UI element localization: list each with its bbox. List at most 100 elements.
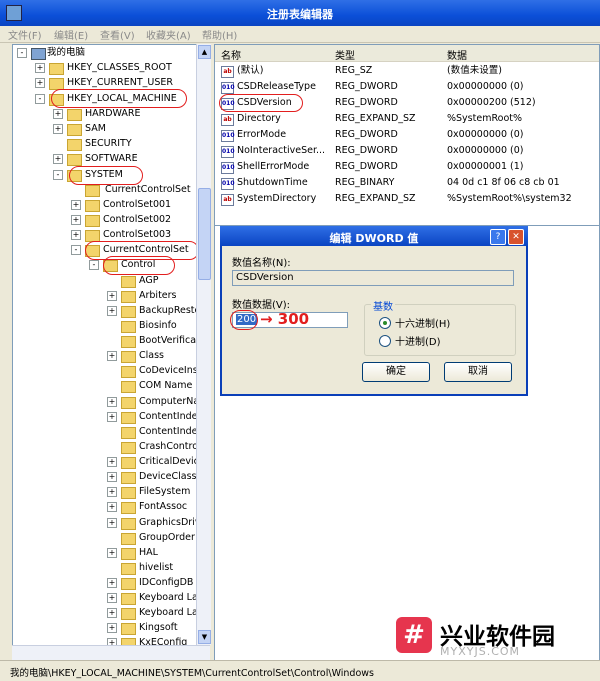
- list-item[interactable]: ab SystemDirectory REG_EXPAND_SZ %SystemRoo…: [215, 191, 599, 207]
- collapse-icon[interactable]: -: [17, 48, 27, 58]
- menu-bar: 文件(F) 编辑(E) 查看(V) 收藏夹(A) 帮助(H): [0, 26, 600, 43]
- folder-icon: [67, 139, 82, 151]
- scroll-thumb[interactable]: [198, 188, 211, 280]
- expand-icon[interactable]: +: [35, 78, 45, 88]
- value-type: REG_DWORD: [335, 97, 398, 108]
- binary-value-icon: 010: [221, 178, 235, 190]
- expand-icon[interactable]: +: [107, 412, 117, 422]
- annotation-arrow: → 300: [260, 310, 310, 328]
- tree-item-label: CriticalDevic: [139, 456, 198, 467]
- tree-item-label: Arbiters: [139, 290, 177, 301]
- menu-view[interactable]: 查看(V): [100, 27, 135, 42]
- list-item[interactable]: 010 CSDReleaseType REG_DWORD 0x00000000 (0): [215, 79, 599, 95]
- registry-tree[interactable]: - 我的电脑 + HKEY_CLASSES_ROOT + HKEY_CURREN…: [12, 44, 198, 647]
- expand-icon[interactable]: +: [107, 472, 117, 482]
- expand-icon[interactable]: +: [107, 487, 117, 497]
- tree-item-label: AGP: [139, 275, 159, 286]
- cancel-button[interactable]: 取消: [444, 362, 512, 382]
- list-item[interactable]: 010 NoInteractiveSer... REG_DWORD 0x0000000…: [215, 143, 599, 159]
- status-path: 我的电脑\HKEY_LOCAL_MACHINE\SYSTEM\CurrentCo…: [10, 668, 374, 679]
- tree-vertical-scrollbar[interactable]: ▲ ▼: [196, 44, 211, 645]
- close-button[interactable]: ✕: [508, 229, 524, 245]
- expand-icon[interactable]: +: [53, 109, 63, 119]
- expand-icon[interactable]: +: [53, 154, 63, 164]
- tree-item-label: 我的电脑: [47, 47, 86, 58]
- tree-item-label: hivelist: [139, 562, 174, 573]
- scroll-down-icon[interactable]: ▼: [198, 630, 211, 644]
- folder-icon: [121, 548, 136, 560]
- value-type: REG_BINARY: [335, 177, 395, 188]
- value-data: 0x00000000 (0): [447, 129, 524, 140]
- expand-icon[interactable]: +: [107, 502, 117, 512]
- expand-icon[interactable]: +: [71, 200, 81, 210]
- collapse-icon[interactable]: -: [35, 94, 45, 104]
- expand-icon[interactable]: +: [53, 124, 63, 134]
- value-type: REG_DWORD: [335, 81, 398, 92]
- tree-item-label: SECURITY: [85, 138, 132, 149]
- scroll-up-icon[interactable]: ▲: [198, 45, 211, 59]
- tree-item-label: ControlSet002: [103, 214, 172, 225]
- hex-radio[interactable]: [379, 317, 391, 329]
- value-data: 0x00000200 (512): [447, 97, 536, 108]
- expand-icon[interactable]: +: [107, 518, 117, 528]
- expand-icon[interactable]: +: [107, 593, 117, 603]
- value-name-field: CSDVersion: [232, 270, 514, 286]
- expand-icon[interactable]: +: [107, 397, 117, 407]
- expand-icon[interactable]: +: [35, 63, 45, 73]
- tree-item-label: FontAssoc: [139, 501, 188, 512]
- collapse-icon[interactable]: -: [89, 260, 99, 270]
- values-list[interactable]: 名称 类型 数据 ab (默认) REG_SZ (数值未设置) 010 CSDRelea…: [214, 44, 600, 226]
- expand-icon[interactable]: +: [107, 291, 117, 301]
- ok-button[interactable]: 确定: [362, 362, 430, 382]
- menu-edit[interactable]: 编辑(E): [54, 27, 88, 42]
- folder-icon: [121, 593, 136, 605]
- expand-icon[interactable]: +: [71, 230, 81, 240]
- column-type[interactable]: 类型: [335, 47, 355, 62]
- folder-icon: [121, 306, 136, 318]
- expand-icon[interactable]: +: [107, 578, 117, 588]
- value-name: ShutdownTime: [237, 177, 308, 188]
- list-item[interactable]: 010 ShutdownTime REG_BINARY 04 0d c1 8f 06 …: [215, 175, 599, 191]
- folder-icon: [121, 397, 136, 409]
- expand-icon[interactable]: +: [71, 215, 81, 225]
- list-item[interactable]: ab Directory REG_EXPAND_SZ %SystemRoot%: [215, 111, 599, 127]
- expand-icon[interactable]: +: [107, 457, 117, 467]
- folder-icon: [121, 608, 136, 620]
- binary-value-icon: 010: [221, 82, 235, 94]
- decimal-label[interactable]: 十进制(D): [395, 333, 441, 348]
- folder-icon: [121, 381, 136, 393]
- menu-help[interactable]: 帮助(H): [202, 27, 237, 42]
- folder-icon: [85, 215, 100, 227]
- string-value-icon: ab: [221, 194, 234, 206]
- column-name[interactable]: 名称: [221, 47, 241, 62]
- list-item[interactable]: 010 ErrorMode REG_DWORD 0x00000000 (0): [215, 127, 599, 143]
- column-data[interactable]: 数据: [447, 47, 467, 62]
- expand-icon[interactable]: +: [107, 306, 117, 316]
- tree-item-label: ContentInde: [139, 411, 198, 422]
- folder-icon: [121, 336, 136, 348]
- expand-icon[interactable]: +: [107, 351, 117, 361]
- tree-item-label: CoDeviceIns: [139, 365, 198, 376]
- list-item[interactable]: ab (默认) REG_SZ (数值未设置): [215, 63, 599, 79]
- folder-icon: [121, 518, 136, 530]
- computer-icon: [31, 48, 46, 60]
- hex-label[interactable]: 十六进制(H): [395, 315, 450, 330]
- decimal-radio[interactable]: [379, 335, 391, 347]
- expand-icon[interactable]: +: [107, 548, 117, 558]
- collapse-icon[interactable]: -: [53, 170, 63, 180]
- tree-horizontal-scrollbar[interactable]: [12, 645, 210, 660]
- value-type: REG_DWORD: [335, 145, 398, 156]
- collapse-icon[interactable]: -: [71, 245, 81, 255]
- help-button[interactable]: ?: [490, 229, 506, 245]
- value-data: %SystemRoot%: [447, 113, 523, 124]
- expand-icon[interactable]: +: [107, 608, 117, 618]
- base-group: 基数 十六进制(H) 十进制(D): [364, 298, 516, 356]
- binary-value-icon: 010: [221, 146, 235, 158]
- menu-file[interactable]: 文件(F): [8, 27, 42, 42]
- list-header: 名称 类型 数据: [215, 45, 599, 62]
- menu-favorites[interactable]: 收藏夹(A): [146, 27, 191, 42]
- tree-item-label: FileSystem: [139, 486, 191, 497]
- expand-icon[interactable]: +: [107, 623, 117, 633]
- watermark-logo-icon: #: [396, 617, 432, 653]
- list-item[interactable]: 010 ShellErrorMode REG_DWORD 0x00000001 (1): [215, 159, 599, 175]
